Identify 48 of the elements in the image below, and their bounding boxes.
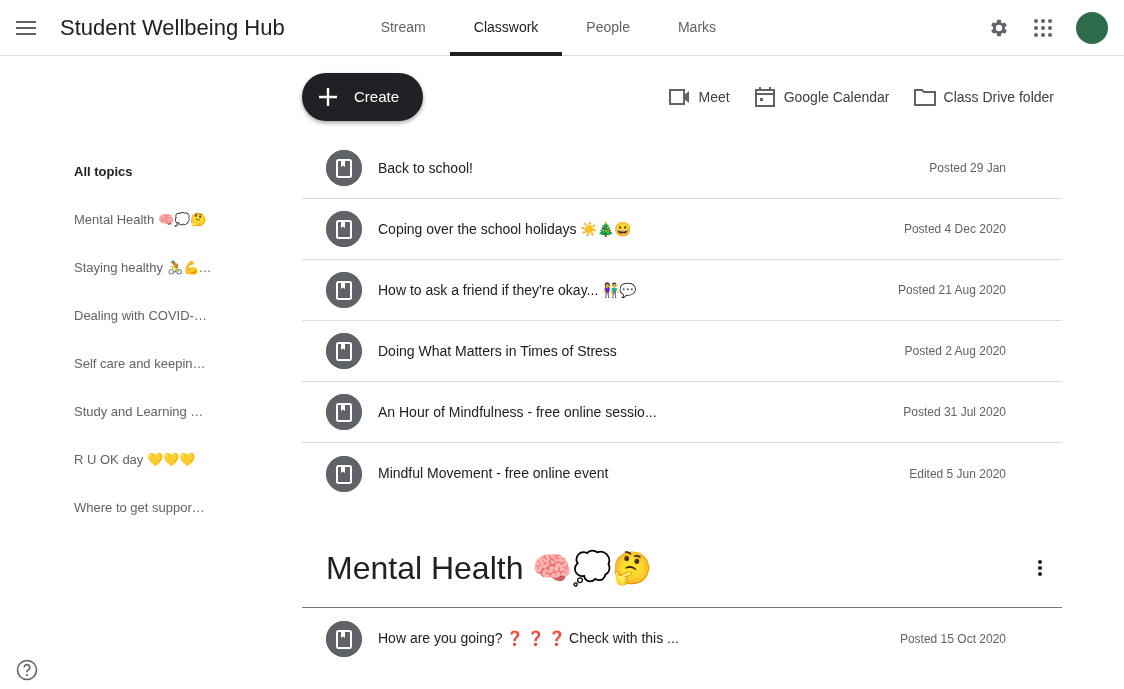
toolbar-link[interactable]: Meet bbox=[668, 86, 730, 108]
material-title[interactable]: Back to school! bbox=[378, 157, 473, 179]
material-title[interactable]: Doing What Matters in Times of Stress bbox=[378, 340, 617, 362]
class-title[interactable]: Student Wellbeing Hub bbox=[60, 11, 285, 44]
posted-date: Posted 21 Aug 2020 bbox=[897, 282, 1006, 299]
apps-grid-icon[interactable] bbox=[1034, 18, 1052, 37]
toolbar-link[interactable]: Class Drive folder bbox=[913, 86, 1054, 108]
material-title[interactable]: How to ask a friend if they're okay... 👫💬 bbox=[378, 279, 637, 301]
material-icon bbox=[326, 211, 362, 247]
avatar[interactable] bbox=[1076, 11, 1108, 44]
more-options-icon[interactable] bbox=[1038, 559, 1042, 576]
help-icon[interactable] bbox=[16, 659, 38, 681]
create-button[interactable]: Create bbox=[302, 73, 424, 121]
material-title[interactable]: How are you going? ❓ ❓ ❓ Check with this ... bbox=[378, 628, 679, 649]
calendar-icon bbox=[753, 86, 776, 108]
material-title[interactable]: Mindful Movement - free online event bbox=[378, 463, 609, 484]
topic-link[interactable]: Staying healthy 🚴💪… bbox=[74, 244, 302, 292]
material-icon bbox=[326, 394, 362, 430]
material-icon bbox=[326, 272, 362, 308]
topic-heading: Mental Health 🧠💭🤔 bbox=[326, 548, 653, 589]
tab[interactable]: Marks bbox=[653, 0, 741, 56]
menu-icon[interactable] bbox=[16, 20, 36, 35]
topic-link[interactable]: Mental Health 🧠💭🤔 bbox=[74, 196, 302, 244]
material-title[interactable]: An Hour of Mindfulness - free online sessio... bbox=[378, 401, 657, 423]
video-camera-icon bbox=[668, 86, 691, 108]
topic-link[interactable]: Dealing with COVID-… bbox=[74, 292, 302, 340]
material-icon bbox=[326, 620, 362, 657]
posted-date: Posted 4 Dec 2020 bbox=[903, 221, 1006, 238]
material-icon bbox=[326, 333, 362, 369]
posted-date: Posted 15 Oct 2020 bbox=[899, 630, 1006, 648]
tab[interactable]: Classwork bbox=[449, 0, 563, 56]
posted-date: Edited 5 Jun 2020 bbox=[909, 465, 1006, 483]
topic-link[interactable]: Study and Learning … bbox=[74, 388, 302, 436]
tab[interactable]: Stream bbox=[356, 0, 450, 56]
folder-icon bbox=[913, 86, 936, 108]
topic-link[interactable]: All topics bbox=[74, 148, 302, 196]
posted-date: Posted 29 Jan bbox=[929, 160, 1006, 177]
topic-link[interactable]: R U OK day 💛💛💛 bbox=[74, 436, 302, 484]
toolbar-link[interactable]: Google Calendar bbox=[753, 86, 890, 108]
material-icon bbox=[326, 150, 362, 186]
posted-date: Posted 31 Jul 2020 bbox=[903, 404, 1006, 421]
tab[interactable]: People bbox=[562, 0, 654, 56]
posted-date: Posted 2 Aug 2020 bbox=[904, 343, 1006, 360]
material-icon bbox=[326, 455, 362, 492]
material-title[interactable]: Coping over the school holidays ☀🎄😀 bbox=[378, 218, 632, 240]
topic-link[interactable]: Where to get suppor… bbox=[74, 484, 302, 532]
plus-icon bbox=[318, 87, 338, 107]
topic-link[interactable]: Self care and keepin… bbox=[74, 340, 302, 388]
